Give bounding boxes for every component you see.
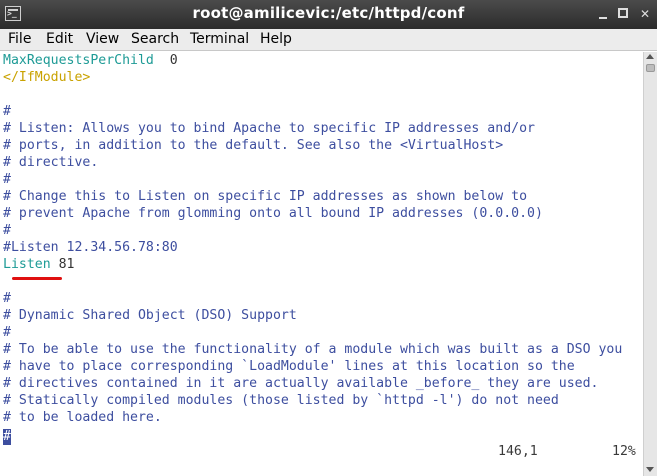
annotation-underline [12,277,62,280]
editor-line: # Statically compiled modules (those lis… [3,392,559,409]
editor-line: # Change this to Listen on specific IP a… [3,188,527,205]
comment-text: # [3,291,11,306]
comment-text: # have to place corresponding `LoadModul… [3,359,575,374]
editor-line: # [3,324,11,341]
menu-search[interactable]: Search [131,31,179,47]
scroll-down-icon[interactable] [646,467,654,472]
editor-line: MaxRequestsPerChild 0 [3,52,178,69]
editor-line: # directive. [3,154,98,171]
value-text: 81 [50,257,75,272]
text-cursor: # [3,429,11,445]
menubar: File Edit View Search Terminal Help [0,29,657,51]
scroll-up-icon[interactable] [646,54,654,59]
maximize-icon[interactable] [617,7,631,21]
terminal-text-area[interactable]: # 146,1 12% MaxRequestsPerChild 0 </IfMod… [0,52,643,476]
editor-line: # have to place corresponding `LoadModul… [3,358,575,375]
value-text: 0 [153,53,178,68]
editor-line: # [3,290,11,307]
directive-text: MaxRequestsPerChild [3,53,154,68]
menu-edit[interactable]: Edit [46,31,73,47]
menu-file[interactable]: File [8,31,31,47]
close-icon[interactable]: ✕ [638,7,652,21]
window-titlebar[interactable]: root@amilicevic:/etc/httpd/conf ✕ [0,0,657,29]
menu-view[interactable]: View [86,31,119,47]
file-percent-status: 12% [612,444,636,459]
editor-line: </IfModule> [3,69,90,86]
comment-text: # [3,104,11,119]
comment-text: # directive. [3,155,99,170]
comment-text: # ports, in addition to the default. See… [3,138,504,153]
cursor-position-status: 146,1 [498,444,538,459]
editor-line: #Listen 12.34.56.78:80 [3,239,178,256]
editor-line: # to be loaded here. [3,409,162,426]
menu-help[interactable]: Help [260,31,292,47]
comment-text: # to be loaded here. [3,410,162,425]
directive-text: Listen [3,257,51,272]
comment-text: # To be able to use the functionality of… [3,342,623,357]
editor-line: # [3,103,11,120]
editor-line: # Dynamic Shared Object (DSO) Support [3,307,297,324]
comment-text: # [3,325,11,340]
comment-text: # Dynamic Shared Object (DSO) Support [3,308,297,323]
comment-text: #Listen 12.34.56.78:80 [3,240,178,255]
comment-text: # Change this to Listen on specific IP a… [3,189,528,204]
comment-text: # prevent Apache from glomming onto all … [3,206,543,221]
editor-line: Listen 81 [3,256,74,273]
editor-line: # ports, in addition to the default. See… [3,137,503,154]
editor-line: # To be able to use the functionality of… [3,341,622,358]
minimize-icon[interactable] [596,7,610,21]
comment-text: # [3,223,11,238]
comment-text: # Statically compiled modules (those lis… [3,393,559,408]
comment-text: # [3,172,11,187]
tag-text: </IfModule> [3,70,91,85]
editor-line: # [3,222,11,239]
vertical-scrollbar[interactable] [643,52,657,476]
menu-terminal[interactable]: Terminal [190,31,249,47]
editor-line: # prevent Apache from glomming onto all … [3,205,543,222]
comment-text: # Listen: Allows you to bind Apache to s… [3,121,535,136]
comment-text: # directives contained in it are actuall… [3,376,599,391]
editor-line: # [3,171,11,188]
editor-line: # Listen: Allows you to bind Apache to s… [3,120,535,137]
scroll-thumb[interactable] [646,64,655,72]
window-title: root@amilicevic:/etc/httpd/conf [192,4,465,22]
editor-line: # directives contained in it are actuall… [3,375,598,392]
